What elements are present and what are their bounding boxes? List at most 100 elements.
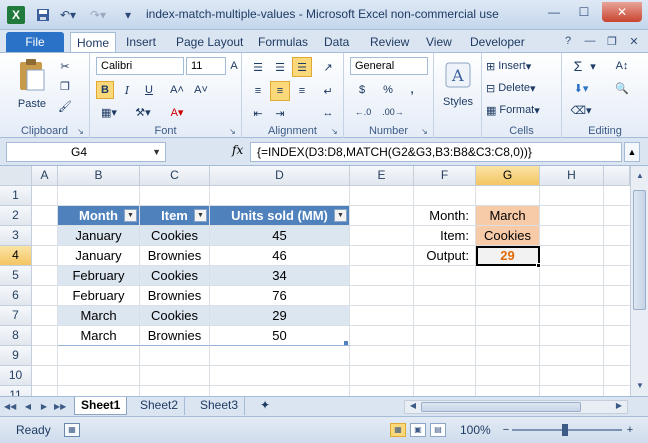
insert-cells-button[interactable]: ⊞ Insert ▾: [486, 57, 558, 75]
horizontal-scroll-thumb[interactable]: [421, 402, 581, 412]
italic-button[interactable]: I: [118, 81, 136, 99]
table-cell[interactable]: March: [58, 326, 140, 346]
sort-filter-icon[interactable]: A↕: [606, 57, 638, 75]
table-cell[interactable]: Cookies: [140, 266, 210, 286]
column-header-i[interactable]: [604, 166, 630, 186]
table-cell[interactable]: Cookies: [140, 226, 210, 246]
table-cell[interactable]: January: [58, 226, 140, 246]
percent-button[interactable]: %: [378, 81, 398, 99]
page-break-view-icon[interactable]: ▤: [430, 423, 446, 437]
row-header-9[interactable]: 9: [0, 346, 32, 366]
name-box[interactable]: G4 ▼: [6, 142, 166, 162]
paste-icon[interactable]: [14, 57, 50, 93]
autosum-dropdown-icon[interactable]: ▾: [588, 57, 598, 75]
table-header-item[interactable]: Item ▼: [140, 206, 210, 226]
fill-handle[interactable]: [536, 263, 541, 268]
excel-logo-icon[interactable]: X: [7, 6, 25, 24]
minimize-ribbon-icon[interactable]: —: [582, 33, 598, 49]
expand-formula-bar-icon[interactable]: ▲: [624, 142, 640, 162]
normal-view-icon[interactable]: ▦: [390, 423, 406, 437]
minimize-button[interactable]: —: [540, 2, 568, 22]
find-select-icon[interactable]: 🔍: [606, 79, 638, 97]
save-icon[interactable]: [34, 6, 52, 24]
format-painter-icon[interactable]: 🖌: [56, 97, 74, 115]
zoom-slider[interactable]: [512, 424, 622, 436]
column-header-b[interactable]: B: [58, 166, 140, 186]
increase-decimal-icon[interactable]: ←.0: [350, 103, 376, 121]
paste-button[interactable]: Paste: [10, 97, 54, 111]
worksheet-grid[interactable]: A B C D E F G H 1 2 3 4 5 6 7 8 9 10 11 …: [0, 166, 630, 396]
tab-developer[interactable]: Developer: [464, 32, 531, 52]
row-header-8[interactable]: 8: [0, 326, 32, 346]
formula-input[interactable]: {=INDEX(D3:D8,MATCH(G2&G3,B3:B8&C3:C8,0)…: [250, 142, 622, 162]
tab-view[interactable]: View: [420, 32, 458, 52]
row-header-7[interactable]: 7: [0, 306, 32, 326]
name-box-dropdown-icon[interactable]: ▼: [152, 143, 161, 161]
first-sheet-icon[interactable]: ◀◀: [4, 400, 16, 414]
tab-home[interactable]: Home: [70, 32, 117, 52]
scroll-up-arrow-icon[interactable]: ▲: [632, 168, 648, 184]
maximize-button[interactable]: ☐: [570, 2, 598, 22]
table-cell[interactable]: 50: [210, 326, 350, 346]
clear-icon[interactable]: ⌫▾: [568, 101, 594, 119]
sheet-tab-sheet3[interactable]: Sheet3: [194, 397, 246, 415]
insert-sheet-icon[interactable]: ✦: [254, 397, 276, 415]
row-header-3[interactable]: 3: [0, 226, 32, 246]
customize-quick-access-icon[interactable]: ▾: [120, 6, 136, 24]
table-header-units[interactable]: Units sold (MM) ▼: [210, 206, 350, 226]
close-button[interactable]: ✕: [602, 2, 642, 22]
grow-font-icon[interactable]: A: [228, 57, 240, 75]
orientation-icon[interactable]: ↗: [318, 57, 338, 77]
scroll-left-arrow-icon[interactable]: ◀: [405, 399, 421, 413]
table-cell[interactable]: 46: [210, 246, 350, 266]
tab-formulas[interactable]: Formulas: [252, 32, 314, 52]
restore-window-icon[interactable]: ❐: [604, 33, 620, 49]
copy-icon[interactable]: ❐: [56, 77, 74, 95]
table-cell[interactable]: Brownies: [140, 326, 210, 346]
autosum-button[interactable]: Σ: [568, 57, 588, 75]
row-header-10[interactable]: 10: [0, 366, 32, 386]
row-header-4[interactable]: 4: [0, 246, 32, 266]
align-center-icon[interactable]: ≡: [270, 81, 290, 101]
table-cell[interactable]: 76: [210, 286, 350, 306]
table-cell[interactable]: Cookies: [140, 306, 210, 326]
scroll-down-arrow-icon[interactable]: ▼: [632, 378, 648, 394]
row-header-6[interactable]: 6: [0, 286, 32, 306]
table-cell[interactable]: February: [58, 286, 140, 306]
column-header-d[interactable]: D: [210, 166, 350, 186]
table-cell[interactable]: March: [58, 306, 140, 326]
table-cell[interactable]: 29: [210, 306, 350, 326]
zoom-out-button[interactable]: −: [500, 423, 512, 437]
align-left-icon[interactable]: ≡: [248, 81, 268, 101]
styles-label[interactable]: Styles: [436, 95, 480, 109]
top-align-icon[interactable]: ☰: [248, 57, 268, 77]
sheet-tab-sheet1[interactable]: Sheet1: [74, 397, 128, 415]
cut-icon[interactable]: ✂: [56, 57, 74, 75]
select-all-corner[interactable]: [0, 166, 32, 186]
vertical-scroll-thumb[interactable]: [633, 190, 646, 310]
underline-button[interactable]: U: [140, 81, 158, 99]
column-header-c[interactable]: C: [140, 166, 210, 186]
prev-sheet-icon[interactable]: ◀: [22, 400, 34, 414]
macro-record-icon[interactable]: ▦: [64, 423, 80, 437]
table-cell[interactable]: Brownies: [140, 286, 210, 306]
zoom-level[interactable]: 100%: [460, 423, 491, 437]
bold-button[interactable]: B: [96, 81, 114, 99]
row-header-2[interactable]: 2: [0, 206, 32, 226]
filter-dropdown-icon[interactable]: ▼: [124, 209, 137, 222]
comma-button[interactable]: ,: [402, 81, 422, 99]
item-input[interactable]: Cookies: [476, 226, 540, 246]
filter-dropdown-icon[interactable]: ▼: [194, 209, 207, 222]
page-layout-view-icon[interactable]: ▣: [410, 423, 426, 437]
tab-page-layout[interactable]: Page Layout: [170, 32, 249, 52]
number-launcher-icon[interactable]: ↘: [421, 127, 430, 136]
help-icon[interactable]: ?: [560, 33, 576, 49]
bottom-align-icon[interactable]: ☰: [292, 57, 312, 77]
font-name-select[interactable]: Calibri: [96, 57, 184, 75]
number-format-select[interactable]: General: [350, 57, 428, 75]
tab-review[interactable]: Review: [364, 32, 415, 52]
clipboard-launcher-icon[interactable]: ↘: [77, 127, 86, 136]
table-resize-handle[interactable]: [344, 341, 348, 345]
row-header-5[interactable]: 5: [0, 266, 32, 286]
align-right-icon[interactable]: ≡: [292, 81, 312, 101]
